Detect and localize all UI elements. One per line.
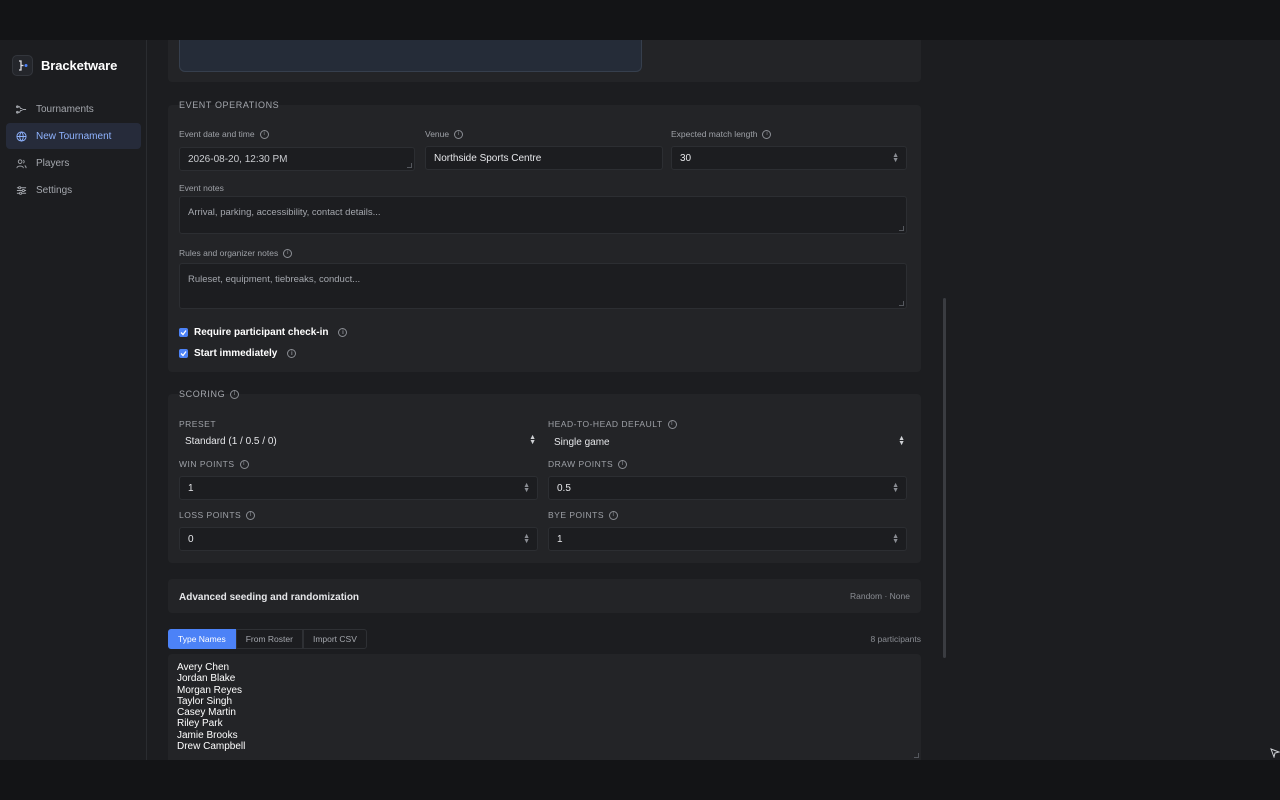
tournaments-icon — [16, 104, 27, 114]
info-icon[interactable]: i — [454, 129, 464, 139]
app-window: Bracketware Tournaments New Tournament P… — [0, 40, 1280, 760]
sidebar-item-settings[interactable]: Settings — [6, 178, 141, 204]
info-icon[interactable]: i — [338, 328, 348, 337]
previous-section-preview — [179, 40, 642, 72]
participant-count: 8 participants — [870, 634, 921, 644]
participant-name: Avery Chen — [177, 662, 230, 673]
venue-label: Venue i — [425, 129, 464, 139]
match-length-label: Expected match length i — [671, 129, 772, 139]
info-icon[interactable]: i — [230, 389, 240, 399]
globe-icon — [16, 131, 27, 142]
main-content: Event Operations Event date and time i 2… — [147, 40, 940, 760]
start-immediately-row[interactable]: Start immediately i — [179, 348, 297, 359]
window-top-bar — [0, 0, 1280, 40]
sidebar-nav: Tournaments New Tournament Players Setti… — [6, 96, 141, 205]
sidebar-item-tournaments[interactable]: Tournaments — [6, 96, 141, 122]
participant-name: Casey Martin — [177, 707, 236, 719]
h2h-label: Head-to-head default i — [548, 419, 677, 429]
draw-points-input[interactable]: 0.5 ▲ ▼ — [548, 476, 907, 500]
info-icon[interactable]: i — [287, 349, 297, 358]
event-operations-card: Event Operations Event date and time i 2… — [168, 100, 921, 372]
win-points-label: Win points i — [179, 459, 249, 469]
settings-icon — [16, 186, 27, 196]
resize-handle-icon — [407, 163, 412, 168]
advanced-seeding-toggle[interactable]: Advanced seeding and randomization Rando… — [168, 579, 921, 613]
sidebar-item-label: Players — [36, 158, 70, 170]
brand-name: Bracketware — [41, 58, 118, 73]
venue-input[interactable]: Northside Sports Centre — [425, 146, 663, 170]
resize-handle-icon[interactable] — [899, 301, 904, 306]
tab-import-csv[interactable]: Import CSV — [302, 629, 367, 649]
info-icon[interactable]: i — [283, 248, 293, 258]
info-icon[interactable]: i — [667, 419, 677, 429]
stepper-icon[interactable]: ▲ ▼ — [892, 482, 899, 494]
h2h-select[interactable]: Single game ▲ ▼ — [548, 431, 909, 453]
scoring-card: Scoring i Preset Standard (1 / 0.5 / 0) … — [168, 389, 921, 563]
participant-name: Jamie Brooks — [177, 729, 238, 741]
tab-from-roster[interactable]: From Roster — [235, 629, 303, 649]
rules-textarea[interactable]: Ruleset, equipment, tiebreaks, conduct..… — [179, 263, 907, 309]
previous-section-card — [168, 40, 921, 82]
preset-select[interactable]: Standard (1 / 0.5 / 0) ▲ ▼ — [179, 430, 540, 452]
event-date-input[interactable]: 2026-08-20, 12:30 PM — [179, 147, 415, 171]
info-icon[interactable]: i — [762, 129, 772, 139]
checkin-checkbox[interactable] — [179, 328, 188, 337]
start-immediately-checkbox[interactable] — [179, 349, 188, 358]
sidebar-item-label: Settings — [36, 185, 73, 197]
participant-names-textarea[interactable]: Avery Chen Jordan Blake Morgan Reyes Tay… — [168, 654, 921, 760]
checkin-row[interactable]: Require participant check-in i — [179, 327, 348, 338]
win-points-input[interactable]: 1 ▲ ▼ — [179, 476, 538, 500]
section-title-event-operations: Event Operations — [179, 100, 280, 110]
window-bottom-bar — [0, 760, 1280, 800]
advanced-seeding-title: Advanced seeding and randomization — [179, 592, 360, 603]
participant-name: Morgan Reyes — [177, 684, 243, 696]
main-scrollbar[interactable] — [943, 298, 946, 658]
info-icon[interactable]: i — [239, 459, 249, 469]
sidebar-item-players[interactable]: Players — [6, 151, 141, 177]
resize-handle-icon[interactable] — [899, 226, 904, 231]
feedback-send-icon[interactable] — [1270, 748, 1280, 758]
participant-name: Taylor Singh — [177, 695, 233, 707]
info-icon[interactable]: i — [259, 129, 269, 139]
sidebar-item-new-tournament[interactable]: New Tournament — [6, 123, 141, 150]
sidebar-item-label: New Tournament — [36, 130, 112, 142]
brand: Bracketware — [12, 55, 117, 76]
check-icon — [180, 351, 187, 357]
check-icon — [180, 330, 187, 336]
section-title-scoring: Scoring i — [179, 389, 240, 399]
draw-points-label: Draw points i — [548, 459, 628, 469]
event-notes-textarea[interactable]: Arrival, parking, accessibility, contact… — [179, 196, 907, 234]
participant-name: Jordan Blake — [177, 673, 236, 685]
advanced-seeding-summary: Random · None — [849, 591, 910, 601]
sidebar: Bracketware Tournaments New Tournament P… — [0, 40, 147, 760]
event-date-label: Event date and time i — [179, 129, 269, 139]
match-length-input[interactable]: 30 ▲ ▼ — [671, 146, 907, 170]
rules-label: Rules and organizer notes i — [179, 248, 293, 258]
info-icon[interactable]: i — [618, 459, 628, 469]
players-icon — [16, 159, 27, 169]
loss-points-input[interactable]: 0 ▲ ▼ — [179, 527, 538, 551]
bracket-logo-icon — [12, 55, 33, 76]
event-notes-label: Event notes — [179, 183, 224, 193]
tab-type-names[interactable]: Type Names — [168, 629, 236, 649]
preset-label: Preset — [179, 419, 217, 429]
stepper-icon[interactable]: ▲ ▼ — [523, 533, 530, 545]
select-caret-icon: ▲ ▼ — [529, 434, 536, 446]
bye-points-input[interactable]: 1 ▲ ▼ — [548, 527, 907, 551]
bye-points-label: Bye points i — [548, 510, 619, 520]
participant-name: Drew Campbell — [177, 741, 246, 753]
participant-name: Riley Park — [177, 718, 223, 730]
stepper-icon[interactable]: ▲ ▼ — [892, 152, 899, 164]
loss-points-label: Loss points i — [179, 510, 256, 520]
participant-source-tabs: Type Names From Roster Import CSV — [168, 629, 367, 649]
stepper-icon[interactable]: ▲ ▼ — [523, 482, 530, 494]
resize-handle-icon[interactable] — [914, 753, 919, 758]
stepper-icon[interactable]: ▲ ▼ — [892, 533, 899, 545]
info-icon[interactable]: i — [246, 510, 256, 520]
sidebar-item-label: Tournaments — [36, 103, 94, 115]
select-caret-icon: ▲ ▼ — [898, 435, 905, 447]
info-icon[interactable]: i — [609, 510, 619, 520]
